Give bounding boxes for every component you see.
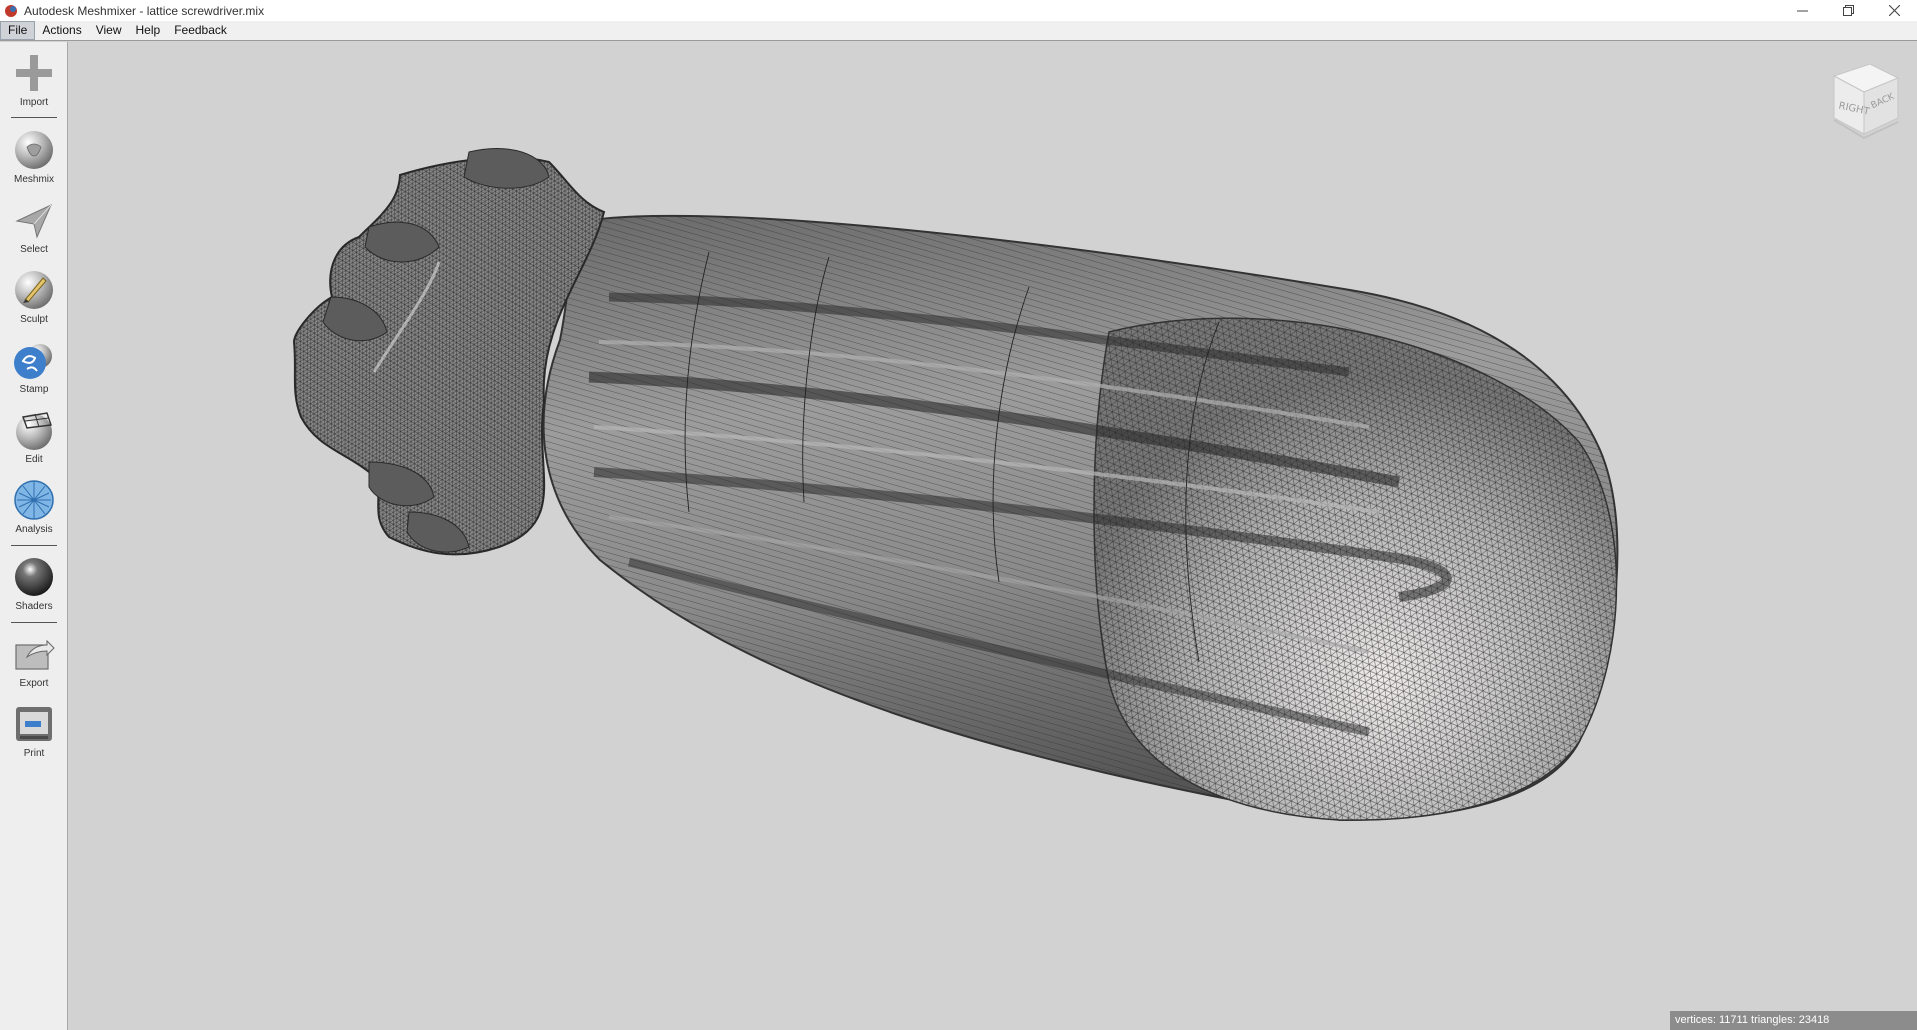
tool-print[interactable]: Print (0, 703, 68, 759)
menu-feedback[interactable]: Feedback (167, 21, 234, 40)
menu-help[interactable]: Help (129, 21, 168, 40)
tool-shaders-label: Shaders (15, 601, 53, 612)
tool-select-label: Select (20, 244, 48, 255)
tool-print-label: Print (23, 748, 45, 759)
toolbar-divider (11, 117, 57, 118)
tool-stamp[interactable]: Stamp (0, 339, 68, 395)
menu-view[interactable]: View (89, 21, 129, 40)
tool-import[interactable]: Import (0, 52, 68, 108)
toolbar-divider (11, 622, 57, 623)
meshmixer-logo-icon (5, 4, 17, 17)
tool-sculpt[interactable]: Sculpt (0, 269, 68, 325)
shaders-sphere-icon (15, 558, 53, 596)
restore-icon (1842, 5, 1854, 16)
select-arrow-icon (15, 203, 52, 239)
tool-analysis-label: Analysis (15, 524, 53, 535)
tool-sculpt-label: Sculpt (20, 314, 48, 325)
viewport-3d[interactable]: RIGHT BACK (69, 42, 1917, 1030)
title-bar: Autodesk Meshmixer - lattice screwdriver… (0, 0, 1917, 21)
window-controls (1779, 0, 1917, 21)
main-toolbar: Import Meshmix Select Sculpt Stamp Edit … (0, 42, 68, 1030)
plus-icon (16, 55, 52, 91)
tool-select[interactable]: Select (0, 199, 68, 255)
tool-edit-label: Edit (25, 454, 43, 465)
edit-icon (16, 412, 52, 450)
menu-actions[interactable]: Actions (35, 21, 88, 40)
tool-shaders[interactable]: Shaders (0, 556, 68, 612)
export-icon (15, 639, 55, 670)
navigation-cube[interactable]: RIGHT BACK (1826, 60, 1904, 142)
tool-edit[interactable]: Edit (0, 409, 68, 465)
tool-import-label: Import (19, 97, 49, 108)
minimize-button[interactable] (1779, 0, 1825, 21)
tool-meshmix[interactable]: Meshmix (0, 129, 68, 185)
close-button[interactable] (1871, 0, 1917, 21)
tool-export[interactable]: Export (0, 633, 68, 689)
close-icon (1888, 5, 1900, 16)
tool-export-label: Export (19, 678, 49, 689)
analysis-icon (14, 480, 54, 520)
handle-body (542, 214, 1619, 822)
tool-meshmix-label: Meshmix (13, 174, 54, 185)
toolbar-divider (11, 545, 57, 546)
meshmix-bunny-icon (15, 131, 53, 169)
mesh-stats-status: vertices: 11711 triangles: 23418 (1670, 1011, 1917, 1030)
window-title: Autodesk Meshmixer - lattice screwdriver… (24, 3, 265, 18)
screwdriver-handle-mesh[interactable] (69, 42, 1917, 1030)
sculpt-brush-icon (15, 271, 53, 309)
tool-stamp-label: Stamp (19, 384, 49, 395)
menu-file[interactable]: File (0, 21, 36, 40)
restore-button[interactable] (1825, 0, 1871, 21)
printer-icon (16, 707, 52, 741)
minimize-icon (1796, 10, 1808, 12)
menu-bar: File Actions View Help Feedback (0, 21, 1917, 41)
stamp-icon (14, 344, 52, 379)
tool-analysis[interactable]: Analysis (0, 479, 68, 535)
